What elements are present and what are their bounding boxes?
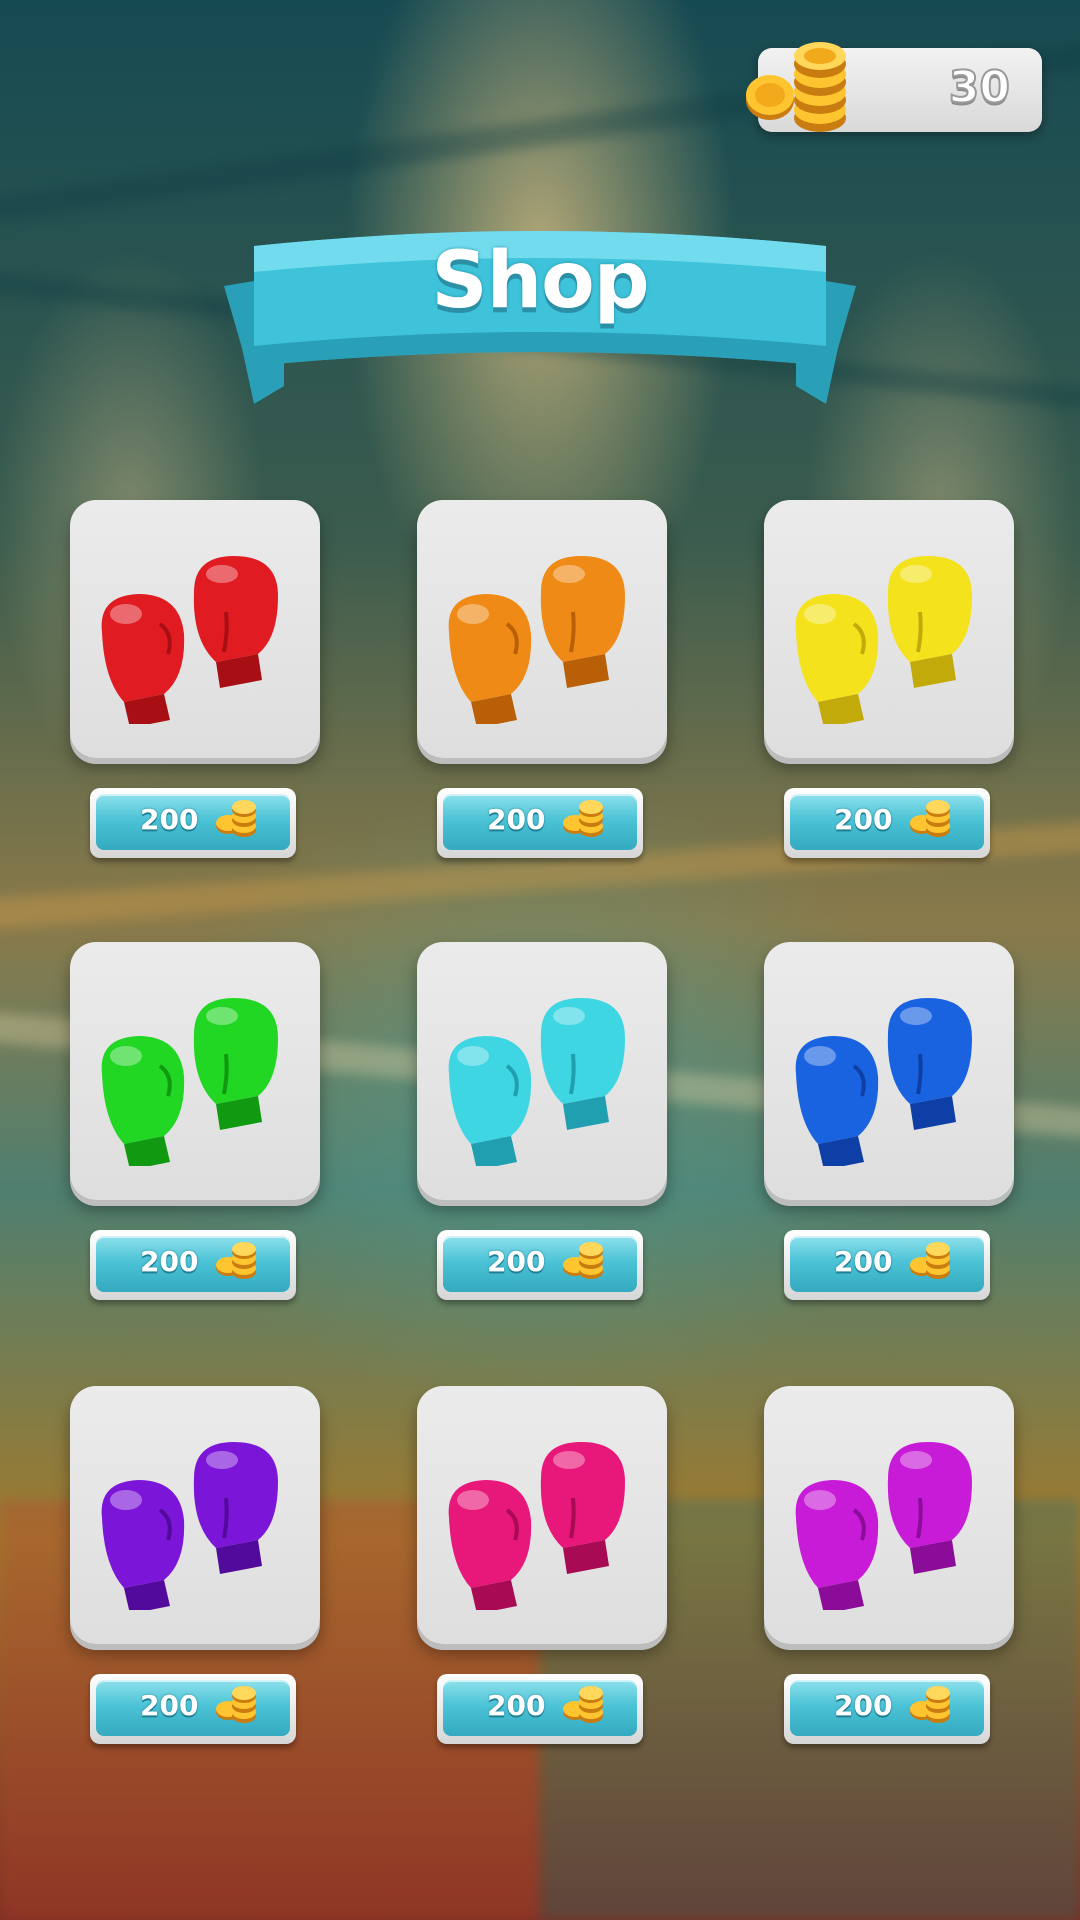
price-label: 200: [140, 1245, 199, 1278]
boxing-gloves-icon: [795, 556, 972, 724]
coin-icon: [216, 1686, 256, 1723]
buy-price-button[interactable]: 200: [784, 788, 990, 858]
coin-icon: [563, 1242, 603, 1279]
coin-icon: [563, 1686, 603, 1723]
item-card[interactable]: [417, 1386, 667, 1644]
price-label: 200: [140, 1689, 199, 1722]
coin-stack-icon: [746, 42, 846, 132]
coin-icon: [216, 1242, 256, 1279]
item-card[interactable]: [417, 942, 667, 1200]
price-label: 200: [487, 1689, 546, 1722]
item-card[interactable]: [70, 500, 320, 758]
price-button-face: 200: [790, 1680, 984, 1736]
buy-price-button[interactable]: 200: [90, 788, 296, 858]
price-label: 200: [487, 1245, 546, 1278]
coin-icon: [910, 1686, 950, 1723]
price-button-face: 200: [96, 1236, 290, 1292]
item-card[interactable]: [70, 1386, 320, 1644]
boxing-gloves-icon: [101, 998, 278, 1166]
item-card[interactable]: [764, 500, 1014, 758]
boxing-gloves-icon: [448, 556, 625, 724]
item-card[interactable]: [764, 942, 1014, 1200]
boxing-gloves-icon: [448, 1442, 625, 1610]
boxing-gloves-icon: [101, 1442, 278, 1610]
page-title: Shop: [431, 236, 649, 326]
coin-icon: [910, 800, 950, 837]
price-label: 200: [140, 803, 199, 836]
boxing-gloves-icon: [101, 556, 278, 724]
price-button-face: 200: [443, 794, 637, 850]
price-button-face: 200: [96, 794, 290, 850]
boxing-gloves-icon: [795, 1442, 972, 1610]
coin-icon: [563, 800, 603, 837]
buy-price-button[interactable]: 200: [437, 1674, 643, 1744]
buy-price-button[interactable]: 200: [784, 1230, 990, 1300]
price-label: 200: [834, 1689, 893, 1722]
price-label: 200: [834, 1245, 893, 1278]
coin-icon: [216, 800, 256, 837]
buy-price-button[interactable]: 200: [90, 1230, 296, 1300]
boxing-gloves-icon: [448, 998, 625, 1166]
price-button-face: 200: [443, 1680, 637, 1736]
item-card[interactable]: [764, 1386, 1014, 1644]
coin-balance-value: 30: [948, 61, 1011, 114]
buy-price-button[interactable]: 200: [90, 1674, 296, 1744]
buy-price-button[interactable]: 200: [437, 1230, 643, 1300]
coin-icon: [910, 1242, 950, 1279]
boxing-gloves-icon: [795, 998, 972, 1166]
price-button-face: 200: [790, 1236, 984, 1292]
price-label: 200: [834, 803, 893, 836]
buy-price-button[interactable]: 200: [437, 788, 643, 858]
price-button-face: 200: [790, 794, 984, 850]
item-card[interactable]: [417, 500, 667, 758]
price-label: 200: [487, 803, 546, 836]
price-button-face: 200: [443, 1236, 637, 1292]
price-button-face: 200: [96, 1680, 290, 1736]
item-card[interactable]: [70, 942, 320, 1200]
buy-price-button[interactable]: 200: [784, 1674, 990, 1744]
